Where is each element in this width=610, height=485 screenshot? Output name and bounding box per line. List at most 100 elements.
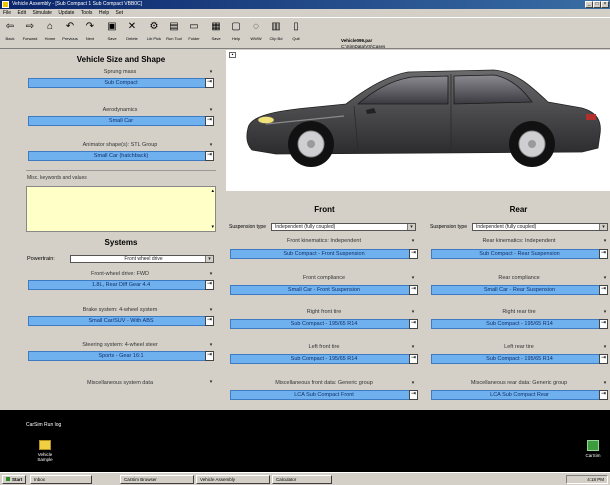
toolbar-button-lib-pick[interactable]: ⚙ Lib Pick bbox=[146, 21, 162, 47]
chevron-down-icon[interactable]: ▾ bbox=[602, 380, 608, 386]
front-suspension-type-select[interactable]: Independent (fully coupled) ▾ bbox=[271, 223, 416, 231]
task-calculator[interactable]: Calculator bbox=[272, 475, 332, 484]
toolbar-button-next[interactable]: ↷ Next bbox=[82, 21, 98, 47]
animator-select[interactable]: Small Car (hatchback) ⇥ bbox=[28, 151, 214, 161]
front-misc-select[interactable]: LCA Sub Compact Front ⇥ bbox=[230, 390, 418, 400]
dataset-link-icon[interactable]: ⇥ bbox=[409, 390, 418, 400]
toolbar-label: Forward bbox=[22, 36, 38, 41]
dataset-link-icon[interactable]: ⇥ bbox=[205, 116, 214, 126]
dataset-link-icon[interactable]: ⇥ bbox=[599, 285, 608, 295]
drive-select[interactable]: 1.8L, Rear Diff Gear 4.4 ⇥ bbox=[28, 280, 214, 290]
task-browser[interactable]: CarSim Browser bbox=[120, 475, 194, 484]
dataset-link-icon[interactable]: ⇥ bbox=[205, 280, 214, 290]
rear-kinematics-select[interactable]: Sub Compact - Rear Suspension ⇥ bbox=[431, 249, 608, 259]
toolbar-button-help[interactable]: ▢ Help bbox=[228, 21, 244, 47]
toolbar-button-back[interactable]: ⇦ Back bbox=[2, 21, 18, 47]
right-front-tire-select[interactable]: Sub Compact - 195/65 R14 ⇥ bbox=[230, 319, 418, 329]
desktop-icon-vehicle-sample[interactable]: Vehicle Sample bbox=[30, 440, 60, 462]
viewer-image-icon[interactable]: ▪ bbox=[229, 52, 236, 58]
taillight bbox=[586, 114, 596, 120]
toolbar-button-previous[interactable]: ↶ Previous bbox=[62, 21, 78, 47]
dataset-link-icon[interactable]: ⇥ bbox=[409, 354, 418, 364]
dataset-link-icon[interactable]: ⇥ bbox=[599, 354, 608, 364]
chevron-down-icon[interactable]: ▾ bbox=[407, 224, 415, 230]
dataset-link-icon[interactable]: ⇥ bbox=[409, 249, 418, 259]
front-compliance-select[interactable]: Small Car - Front Suspension ⇥ bbox=[230, 285, 418, 295]
brake-value: Small Car/SUV - With ABS bbox=[88, 318, 154, 324]
desktop-icon-label: Vehicle Sample bbox=[37, 452, 53, 462]
toolbar-button-clip-bd[interactable]: ▥ Clip Bd bbox=[268, 21, 284, 47]
notes-textarea[interactable]: ▴ ▾ bbox=[26, 186, 216, 232]
dataset-link-icon[interactable]: ⇥ bbox=[409, 319, 418, 329]
chevron-down-icon[interactable]: ▾ bbox=[208, 107, 214, 113]
front-kinematics-select[interactable]: Sub Compact - Front Suspension ⇥ bbox=[230, 249, 418, 259]
toolbar-button-forward[interactable]: ⇨ Forward bbox=[22, 21, 38, 47]
right-rear-tire-select[interactable]: Sub Compact - 195/65 R14 ⇥ bbox=[431, 319, 608, 329]
minimize-button[interactable]: _ bbox=[585, 1, 593, 8]
desktop-caption: CarSim Run log bbox=[26, 422, 62, 428]
dataset-link-icon[interactable]: ⇥ bbox=[599, 319, 608, 329]
steer-select[interactable]: Sports - Gear 16:1 ⇥ bbox=[28, 351, 214, 361]
chevron-down-icon[interactable]: ▾ bbox=[208, 142, 214, 148]
menu-file[interactable]: File bbox=[3, 10, 11, 16]
chevron-down-icon[interactable]: ▾ bbox=[410, 275, 416, 281]
toolbar-button-www[interactable]: ◌ WWW bbox=[248, 21, 264, 47]
desktop-icon-carsim[interactable]: CarSim bbox=[578, 440, 608, 458]
chevron-down-icon[interactable]: ▾ bbox=[602, 275, 608, 281]
dataset-link-icon[interactable]: ⇥ bbox=[409, 285, 418, 295]
menu-tools[interactable]: Tools bbox=[81, 10, 93, 16]
chevron-down-icon[interactable]: ▾ bbox=[208, 307, 214, 313]
close-button[interactable]: × bbox=[601, 1, 609, 8]
menu-update[interactable]: Update bbox=[58, 10, 74, 16]
maximize-button[interactable]: □ bbox=[593, 1, 601, 8]
chevron-down-icon[interactable]: ▾ bbox=[208, 69, 214, 75]
left-rear-tire-select[interactable]: Sub Compact - 195/65 R14 ⇥ bbox=[431, 354, 608, 364]
dataset-link-icon[interactable]: ⇥ bbox=[205, 351, 214, 361]
task-inbox[interactable]: Inbox bbox=[30, 475, 92, 484]
chevron-down-icon[interactable]: ▾ bbox=[599, 224, 607, 230]
folder-icon bbox=[39, 440, 51, 450]
toolbar-button-save[interactable]: ▣ Save bbox=[104, 21, 120, 47]
toolbar-button-save[interactable]: ▦ Save bbox=[208, 21, 224, 47]
chevron-down-icon[interactable]: ▾ bbox=[205, 256, 213, 262]
chevron-down-icon[interactable]: ▾ bbox=[208, 342, 214, 348]
chevron-down-icon[interactable]: ▾ bbox=[602, 309, 608, 315]
sprung-mass-select[interactable]: Sub Compact ⇥ bbox=[28, 78, 214, 88]
chevron-down-icon[interactable]: ▾ bbox=[410, 309, 416, 315]
toolbar-button-run-tool[interactable]: ▤ Run Tool bbox=[166, 21, 182, 47]
chevron-down-icon[interactable]: ▾ bbox=[410, 344, 416, 350]
chevron-down-icon[interactable]: ▾ bbox=[410, 380, 416, 386]
animator-label: Animator shape(s): STL Group bbox=[82, 142, 158, 148]
dataset-link-icon[interactable]: ⇥ bbox=[599, 249, 608, 259]
toolbar-button-quit[interactable]: ▯ Quit bbox=[288, 21, 304, 47]
brake-select[interactable]: Small Car/SUV - With ABS ⇥ bbox=[28, 316, 214, 326]
chevron-down-icon[interactable]: ▾ bbox=[602, 344, 608, 350]
start-button[interactable]: Start bbox=[2, 475, 26, 484]
chevron-down-icon[interactable]: ▾ bbox=[410, 238, 416, 244]
toolbar-button-folder[interactable]: ▭ Folder bbox=[186, 21, 202, 47]
front-suspension-type-value: Independent (fully coupled) bbox=[275, 224, 336, 230]
chevron-down-icon[interactable]: ▾ bbox=[208, 271, 214, 277]
toolbar-button-delete[interactable]: ✕ Delete bbox=[124, 21, 140, 47]
dataset-link-icon[interactable]: ⇥ bbox=[599, 390, 608, 400]
aero-select[interactable]: Small Car ⇥ bbox=[28, 116, 214, 126]
toolbar-button-home[interactable]: ⌂ Home bbox=[42, 21, 58, 47]
menu-edit[interactable]: Edit bbox=[17, 10, 26, 16]
menu-simulate[interactable]: Simulate bbox=[32, 10, 51, 16]
powertrain-select[interactable]: Front wheel drive ▾ bbox=[70, 255, 214, 263]
menu-help[interactable]: Help bbox=[99, 10, 109, 16]
dataset-link-icon[interactable]: ⇥ bbox=[205, 316, 214, 326]
scroll-up-icon[interactable]: ▴ bbox=[211, 188, 214, 194]
dataset-link-icon[interactable]: ⇥ bbox=[205, 151, 214, 161]
scroll-down-icon[interactable]: ▾ bbox=[211, 224, 214, 230]
dataset-link-icon[interactable]: ⇥ bbox=[205, 78, 214, 88]
chevron-down-icon[interactable]: ▾ bbox=[602, 238, 608, 244]
rear-misc-select[interactable]: LCA Sub Compact Rear ⇥ bbox=[431, 390, 608, 400]
task-vehicle-assembly[interactable]: Vehicle Assembly bbox=[196, 475, 270, 484]
rear-compliance-select[interactable]: Small Car - Rear Suspension ⇥ bbox=[431, 285, 608, 295]
menu-set[interactable]: Set bbox=[116, 10, 124, 16]
powertrain-value: Front wheel drive bbox=[124, 256, 163, 262]
chevron-down-icon[interactable]: ▾ bbox=[208, 379, 214, 385]
left-front-tire-select[interactable]: Sub Compact - 195/65 R14 ⇥ bbox=[230, 354, 418, 364]
rear-suspension-type-select[interactable]: Independent (fully coupled) ▾ bbox=[472, 223, 608, 231]
